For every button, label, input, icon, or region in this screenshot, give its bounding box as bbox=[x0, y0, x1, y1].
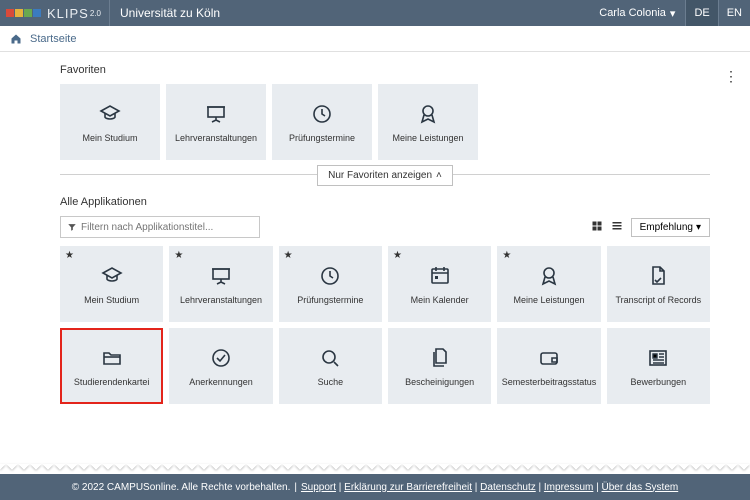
app-tile[interactable]: Suche bbox=[279, 328, 382, 404]
chevron-up-icon: ˄ bbox=[436, 170, 442, 181]
more-menu-icon[interactable]: ⋮ bbox=[724, 68, 738, 85]
wallet-icon bbox=[536, 345, 562, 371]
apps-grid: ★ Mein Studium ★ Lehrveranstaltungen ★ Prüfun… bbox=[60, 246, 710, 404]
star-icon[interactable]: ★ bbox=[393, 250, 402, 261]
university-name: Universität zu Köln bbox=[110, 6, 230, 20]
lang-de[interactable]: DE bbox=[685, 0, 717, 26]
tile-label: Studierendenkartei bbox=[71, 377, 153, 387]
user-menu[interactable]: Carla Colonia ▾ bbox=[589, 7, 685, 20]
footer-link[interactable]: Über das System bbox=[602, 482, 679, 493]
app-tile[interactable]: ★ Meine Leistungen bbox=[497, 246, 600, 322]
tile-label: Mein Studium bbox=[79, 133, 140, 143]
news-icon bbox=[645, 345, 671, 371]
star-icon[interactable]: ★ bbox=[284, 250, 293, 261]
clock-icon bbox=[317, 263, 343, 289]
brand: KLIPS 2.0 bbox=[0, 0, 110, 26]
app-tile[interactable]: Anerkennungen bbox=[169, 328, 272, 404]
star-icon[interactable]: ★ bbox=[65, 250, 74, 261]
ribbon-icon bbox=[415, 101, 441, 127]
app-tile[interactable]: ★ Mein Kalender bbox=[388, 246, 491, 322]
tile-label: Mein Studium bbox=[81, 295, 142, 305]
filter-icon bbox=[67, 222, 77, 232]
search-icon bbox=[317, 345, 343, 371]
top-bar: KLIPS 2.0 Universität zu Köln Carla Colo… bbox=[0, 0, 750, 26]
sort-dropdown[interactable]: Empfehlung ▾ bbox=[631, 218, 710, 237]
collapse-favorites-button[interactable]: Nur Favoriten anzeigen ˄ bbox=[317, 165, 453, 186]
list-view-icon[interactable] bbox=[611, 220, 625, 234]
caret-down-icon: ▾ bbox=[670, 7, 676, 20]
calendar-icon bbox=[427, 263, 453, 289]
clock-icon bbox=[309, 101, 335, 127]
tile-label: Meine Leistungen bbox=[510, 295, 587, 305]
footer-links: Support | Erklärung zur Barrierefreiheit… bbox=[301, 482, 678, 493]
graduation-icon bbox=[99, 263, 125, 289]
tile-label: Meine Leistungen bbox=[389, 133, 466, 143]
app-tile[interactable]: Meine Leistungen bbox=[378, 84, 478, 160]
breadcrumb: Startseite bbox=[0, 26, 750, 52]
app-tile[interactable]: Transcript of Records bbox=[607, 246, 710, 322]
favorites-row: ⋮ Mein StudiumLehrveranstaltungenPrüfung… bbox=[60, 84, 710, 160]
graduation-icon bbox=[97, 101, 123, 127]
tile-label: Prüfungstermine bbox=[286, 133, 358, 143]
all-apps-title: Alle Applikationen bbox=[60, 196, 710, 208]
app-tile[interactable]: Bescheinigungen bbox=[388, 328, 491, 404]
user-name: Carla Colonia bbox=[599, 7, 666, 19]
tile-label: Suche bbox=[315, 377, 347, 387]
favorites-title: Favoriten bbox=[60, 64, 710, 76]
copyright: © 2022 CAMPUSonline. Alle Rechte vorbeha… bbox=[72, 482, 291, 493]
footer-link[interactable]: Support bbox=[301, 482, 336, 493]
brand-stripe-icon bbox=[6, 9, 41, 17]
home-icon[interactable] bbox=[10, 33, 22, 45]
footer-link[interactable]: Erklärung zur Barrierefreiheit bbox=[344, 482, 472, 493]
tile-label: Transcript of Records bbox=[612, 295, 704, 305]
lang-en[interactable]: EN bbox=[718, 0, 750, 26]
tile-label: Semesterbeitragsstatus bbox=[499, 377, 600, 387]
tile-label: Lehrveranstaltungen bbox=[177, 295, 265, 305]
app-tile[interactable]: Bewerbungen bbox=[607, 328, 710, 404]
footer-link[interactable]: Datenschutz bbox=[480, 482, 536, 493]
app-tile[interactable]: Lehrveranstaltungen bbox=[166, 84, 266, 160]
app-tile[interactable]: Prüfungstermine bbox=[272, 84, 372, 160]
caret-down-icon: ▾ bbox=[696, 222, 701, 233]
tile-label: Mein Kalender bbox=[408, 295, 472, 305]
torn-edge-decoration bbox=[0, 464, 750, 474]
app-tile[interactable]: ★ Prüfungstermine bbox=[279, 246, 382, 322]
tile-label: Bescheinigungen bbox=[402, 377, 477, 387]
breadcrumb-home[interactable]: Startseite bbox=[30, 33, 76, 45]
check-icon bbox=[208, 345, 234, 371]
grid-view-icon[interactable] bbox=[591, 220, 605, 234]
presentation-icon bbox=[203, 101, 229, 127]
app-tile[interactable]: Mein Studium bbox=[60, 84, 160, 160]
app-tile[interactable]: Studierendenkartei bbox=[60, 328, 163, 404]
doc-icon bbox=[645, 263, 671, 289]
filter-input-wrap[interactable] bbox=[60, 216, 260, 238]
footer-link[interactable]: Impressum bbox=[544, 482, 593, 493]
star-icon[interactable]: ★ bbox=[502, 250, 511, 261]
app-tile[interactable]: ★ Mein Studium bbox=[60, 246, 163, 322]
tile-label: Lehrveranstaltungen bbox=[172, 133, 260, 143]
star-icon[interactable]: ★ bbox=[174, 250, 183, 261]
files-icon bbox=[427, 345, 453, 371]
tile-label: Bewerbungen bbox=[628, 377, 690, 387]
app-tile[interactable]: ★ Lehrveranstaltungen bbox=[169, 246, 272, 322]
ribbon-icon bbox=[536, 263, 562, 289]
filter-input[interactable] bbox=[81, 222, 253, 233]
tile-label: Prüfungstermine bbox=[294, 295, 366, 305]
app-tile[interactable]: Semesterbeitragsstatus bbox=[497, 328, 600, 404]
folder-icon bbox=[99, 345, 125, 371]
footer: © 2022 CAMPUSonline. Alle Rechte vorbeha… bbox=[0, 474, 750, 500]
brand-version: 2.0 bbox=[90, 9, 101, 18]
tile-label: Anerkennungen bbox=[186, 377, 256, 387]
brand-name: KLIPS bbox=[47, 6, 89, 21]
presentation-icon bbox=[208, 263, 234, 289]
